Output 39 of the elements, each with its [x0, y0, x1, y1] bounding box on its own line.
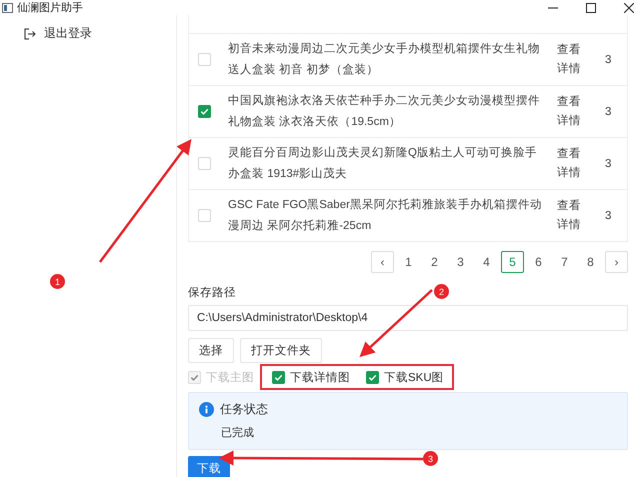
prev-page-button[interactable]: ‹ [371, 251, 394, 273]
details-link[interactable]: 查看详情 [557, 92, 583, 130]
details-link[interactable]: 查看详情 [557, 40, 583, 78]
status-title: 任务状态 [220, 401, 268, 418]
step-badge: 3 [423, 451, 438, 466]
save-path-label: 保存路径 [188, 286, 236, 300]
app-icon [2, 2, 13, 12]
logout-item[interactable]: 退出登录 [24, 25, 92, 42]
page-button[interactable]: 5 [501, 251, 524, 273]
count-cell: 3 [605, 158, 612, 170]
product-title: 中国风旗袍泳衣洛天依芒种手办二次元美少女动漫模型摆件礼物盒装 泳衣洛天依（19.5cm） [228, 93, 541, 130]
count-cell: 3 [605, 54, 612, 66]
option-checkbox[interactable]: 下载SKU图 [366, 370, 444, 384]
next-page-button[interactable]: › [605, 251, 628, 273]
product-title: GSC Fate FGO黑Saber黑呆阿尔托莉雅旅装手办机箱摆件动漫周边 呆阿尔托莉雅-25cm [228, 197, 543, 234]
step-badge: 2 [434, 284, 449, 299]
product-title: 灵能百分百周边影山茂夫灵幻新隆Q版粘土人可动可换脸手办盒装 1913#影山茂夫 [228, 145, 538, 182]
count-cell: 3 [605, 210, 612, 222]
details-link[interactable]: 查看详情 [557, 144, 583, 182]
check-icon [190, 372, 199, 382]
row-checkbox[interactable] [198, 105, 211, 118]
logout-icon [24, 28, 36, 40]
info-icon [199, 402, 214, 417]
step-badge: 1 [50, 274, 65, 289]
check-icon [368, 372, 377, 382]
option-checkbox[interactable]: 下载详情图 [272, 370, 350, 384]
folder-button[interactable]: 选择 [188, 338, 234, 363]
maximize-icon[interactable] [586, 2, 596, 12]
status-message: 已完成 [221, 426, 255, 440]
close-icon[interactable] [624, 2, 634, 12]
check-icon [274, 372, 283, 382]
count-cell: 3 [605, 106, 612, 118]
window-title: 仙澜图片助手 [17, 0, 83, 15]
save-path-field[interactable]: C:\Users\Administrator\Desktop\4 [188, 305, 628, 331]
download-button[interactable]: 下载 [188, 456, 230, 477]
details-link[interactable]: 查看详情 [557, 196, 583, 234]
product-title: 初音未来动漫周边二次元美少女手办模型机箱摆件女生礼物送人盒装 初音 初梦（盒装） [228, 41, 541, 78]
folder-button[interactable]: 打开文件夹 [240, 338, 322, 363]
check-icon [200, 107, 209, 116]
